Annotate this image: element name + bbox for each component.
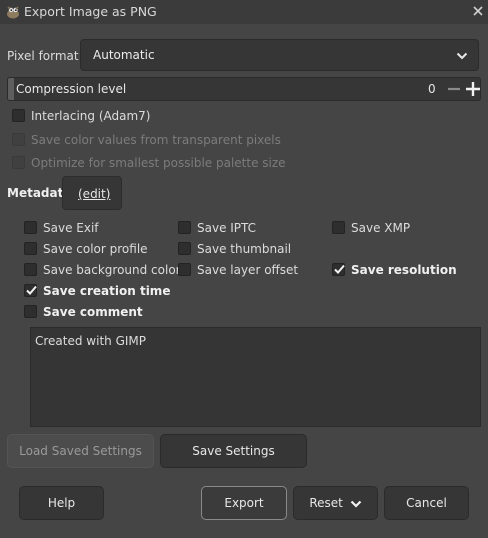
save-xmp-checkbox[interactable]	[332, 221, 345, 234]
save-comment-label: Save comment	[43, 305, 143, 319]
comment-textarea[interactable]: Created with GIMP	[30, 327, 481, 427]
compression-level-fill	[8, 78, 14, 100]
save-exif-checkbox[interactable]	[24, 221, 37, 234]
save-transparent-checkbox[interactable]	[12, 133, 25, 146]
interlacing-label: Interlacing (Adam7)	[31, 109, 151, 123]
save-settings-button[interactable]: Save Settings	[160, 434, 307, 468]
pixel-format-label: Pixel format	[7, 49, 79, 63]
save-creation-time-label: Save creation time	[43, 284, 171, 298]
chevron-down-icon	[456, 50, 468, 64]
comment-text: Created with GIMP	[35, 334, 147, 348]
save-xmp-label: Save XMP	[351, 221, 411, 235]
metadata-edit-label: (edit)	[78, 187, 111, 201]
save-color-profile-checkbox[interactable]	[24, 242, 37, 255]
save-resolution-label: Save resolution	[351, 263, 457, 277]
checkmark-icon	[334, 264, 345, 274]
save-resolution-checkbox[interactable]	[332, 263, 345, 276]
save-iptc-checkbox[interactable]	[178, 221, 191, 234]
save-comment-checkbox[interactable]	[24, 305, 37, 318]
save-thumbnail-checkbox[interactable]	[178, 242, 191, 255]
save-iptc-label: Save IPTC	[197, 221, 257, 235]
export-button[interactable]: Export	[201, 486, 287, 520]
reset-button[interactable]: Reset	[293, 486, 378, 520]
save-background-color-checkbox[interactable]	[24, 263, 37, 276]
reset-label: Reset	[309, 496, 343, 510]
compression-level-value: 0	[428, 82, 436, 96]
save-thumbnail-label: Save thumbnail	[197, 242, 292, 256]
minus-icon[interactable]	[445, 80, 463, 98]
interlacing-checkbox[interactable]	[12, 109, 25, 122]
save-background-color-label: Save background color	[43, 263, 181, 277]
save-color-profile-label: Save color profile	[43, 242, 148, 256]
optimize-palette-label: Optimize for smallest possible palette s…	[31, 156, 286, 170]
save-layer-offset-label: Save layer offset	[197, 263, 299, 277]
load-saved-settings-button[interactable]: Load Saved Settings	[7, 434, 154, 468]
checkmark-icon	[26, 285, 37, 295]
save-creation-time-checkbox[interactable]	[24, 284, 37, 297]
title-bar: Export Image as PNG	[0, 0, 488, 24]
compression-level-label: Compression level	[16, 82, 127, 96]
pixel-format-value: Automatic	[93, 48, 155, 62]
close-icon[interactable]	[470, 3, 486, 19]
window-title: Export Image as PNG	[24, 4, 157, 19]
chevron-down-icon	[350, 500, 361, 508]
save-exif-label: Save Exif	[43, 221, 99, 235]
save-layer-offset-checkbox[interactable]	[178, 263, 191, 276]
compression-level-spinbutton[interactable]: Compression level 0	[7, 77, 481, 101]
gimp-wilber-icon	[5, 4, 21, 20]
pixel-format-combo[interactable]: Automatic	[80, 39, 479, 71]
plus-icon[interactable]	[464, 80, 482, 98]
metadata-edit-button[interactable]: (edit)	[62, 176, 122, 210]
save-transparent-label: Save color values from transparent pixel…	[31, 133, 281, 147]
optimize-palette-checkbox[interactable]	[12, 156, 25, 169]
cancel-button[interactable]: Cancel	[384, 486, 469, 520]
help-button[interactable]: Help	[19, 486, 104, 520]
